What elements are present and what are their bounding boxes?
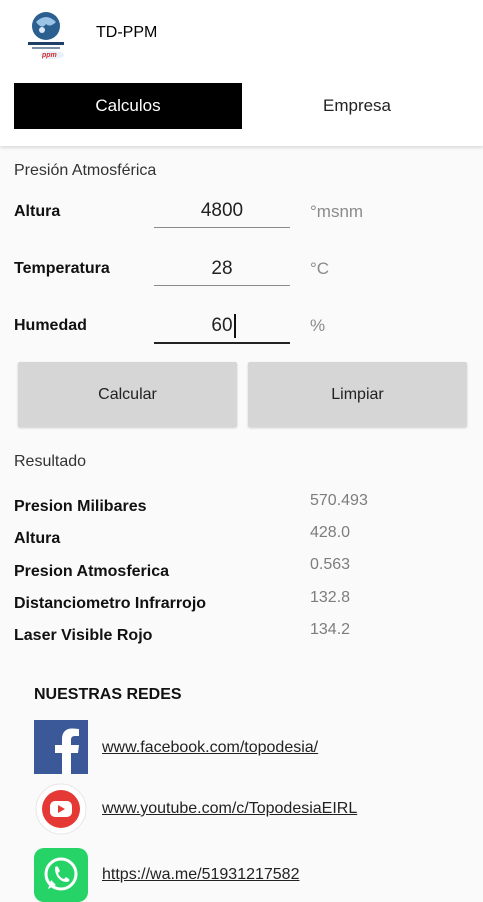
- result-value-altura: 428.0: [310, 524, 351, 541]
- app-logo: ppm: [28, 12, 64, 59]
- result-value-laser: 134.2: [310, 621, 351, 638]
- form-section-title: Presión Atmosférica: [14, 162, 157, 179]
- facebook-link[interactable]: www.facebook.com/topodesia/: [102, 739, 318, 757]
- facebook-icon[interactable]: [34, 720, 88, 774]
- result-value-presion-milibares: 570.493: [310, 492, 368, 509]
- youtube-link[interactable]: www.youtube.com/c/TopodesiaEIRL: [102, 800, 357, 818]
- humedad-label: Humedad: [14, 317, 87, 334]
- humedad-input[interactable]: [154, 310, 290, 344]
- result-label-altura: Altura: [14, 530, 61, 547]
- result-label-presion-atmosferica: Presion Atmosferica: [14, 563, 170, 580]
- app-bar: ppm TD-PPM: [0, 0, 483, 66]
- svg-text:ppm: ppm: [41, 52, 57, 59]
- humedad-unit: %: [310, 316, 326, 335]
- results-title: Resultado: [14, 453, 87, 470]
- result-value-presion-atmosferica: 0.563: [310, 556, 351, 573]
- whatsapp-icon[interactable]: [34, 848, 88, 902]
- result-label-distanciometro: Distanciometro Infrarrojo: [14, 595, 207, 612]
- app-title: TD-PPM: [96, 24, 158, 41]
- tab-bar: Calculos Empresa: [0, 66, 483, 146]
- altura-label: Altura: [14, 203, 61, 220]
- calcular-button[interactable]: Calcular: [18, 362, 237, 427]
- whatsapp-link[interactable]: https://wa.me/51931217582: [102, 866, 299, 884]
- result-label-laser: Laser Visible Rojo: [14, 627, 153, 644]
- text-cursor: [234, 314, 236, 338]
- tab-empresa[interactable]: Empresa: [243, 83, 471, 129]
- youtube-icon[interactable]: [34, 782, 88, 836]
- tab-calculos[interactable]: Calculos: [14, 83, 242, 129]
- temperatura-unit: °C: [310, 259, 330, 278]
- redes-title: NUESTRAS REDES: [34, 686, 182, 703]
- altura-input[interactable]: [154, 195, 290, 228]
- altura-unit: °msnm: [310, 202, 364, 221]
- result-value-distanciometro: 132.8: [310, 589, 351, 606]
- temperatura-input[interactable]: [154, 253, 290, 286]
- temperatura-label: Temperatura: [14, 260, 110, 277]
- result-label-presion-milibares: Presion Milibares: [14, 498, 147, 515]
- limpiar-button[interactable]: Limpiar: [248, 362, 467, 427]
